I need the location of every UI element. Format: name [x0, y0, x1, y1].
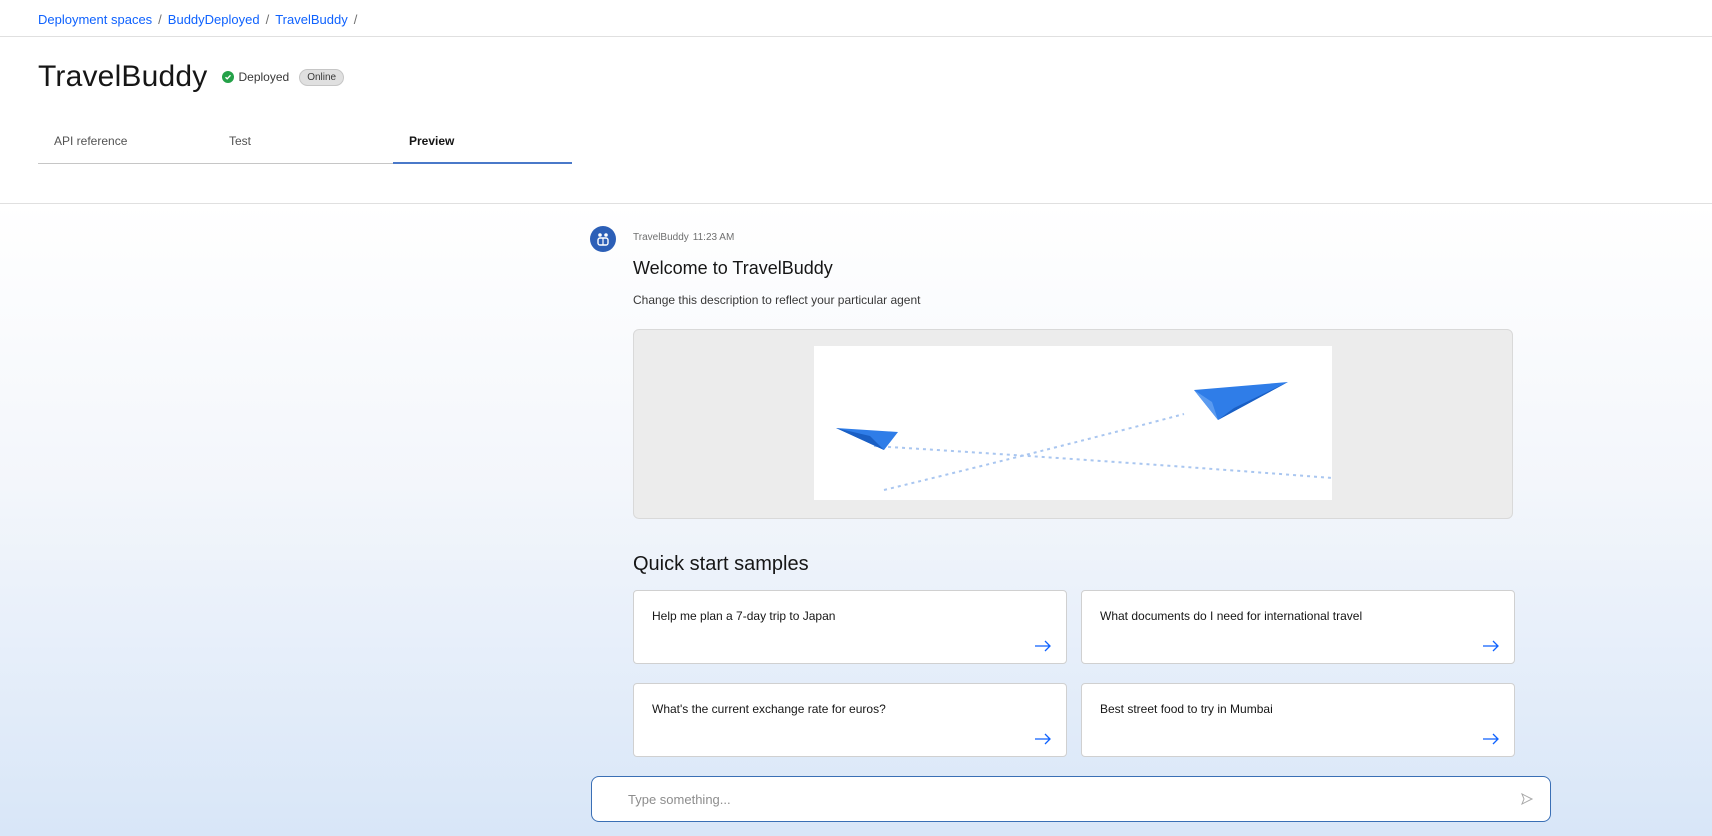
arrow-right-icon	[1483, 733, 1499, 745]
quick-start-text: What documents do I need for internation…	[1100, 609, 1363, 623]
status-badge: Online	[299, 68, 345, 86]
breadcrumb-separator: /	[158, 12, 162, 27]
quick-start-title: Quick start samples	[633, 553, 809, 575]
quick-start-text: Best street food to try in Mumbai	[1100, 702, 1273, 716]
send-icon[interactable]	[1520, 792, 1534, 806]
tab-list: API reference Test Preview	[38, 128, 572, 164]
breadcrumb-deployment-spaces[interactable]: Deployment spaces	[38, 12, 152, 27]
breadcrumb-separator: /	[265, 12, 270, 27]
breadcrumb: Deployment spaces / BuddyDeployed / Trav…	[38, 12, 357, 27]
deployed-status: Deployed	[221, 70, 290, 84]
main-divider	[0, 203, 1712, 204]
paper-plane-icon	[814, 346, 1333, 500]
message-meta: TravelBuddy 11:23 AM	[633, 232, 734, 243]
breadcrumb-buddydeployed[interactable]: BuddyDeployed	[168, 12, 260, 27]
quick-start-card[interactable]: Help me plan a 7-day trip to Japan	[633, 590, 1067, 664]
quick-start-card[interactable]: What documents do I need for internation…	[1081, 590, 1515, 664]
welcome-description: Change this description to reflect your …	[633, 293, 921, 307]
quick-start-text: Help me plan a 7-day trip to Japan	[652, 609, 836, 623]
arrow-right-icon	[1035, 733, 1051, 745]
chat-input[interactable]	[626, 777, 1490, 822]
message-time: 11:23 AM	[692, 232, 735, 243]
quick-start-text: What's the current exchange rate for eur…	[652, 702, 886, 716]
tab-api-reference[interactable]: API reference	[38, 128, 213, 164]
hero-card	[633, 329, 1513, 519]
quick-start-card[interactable]: Best street food to try in Mumbai	[1081, 683, 1515, 757]
tab-test[interactable]: Test	[213, 128, 393, 164]
title-row: TravelBuddy Deployed Online	[38, 60, 345, 94]
tab-preview[interactable]: Preview	[393, 128, 572, 164]
top-divider	[0, 36, 1712, 37]
deployed-label: Deployed	[238, 70, 290, 84]
agent-avatar-icon	[590, 226, 616, 252]
welcome-title: Welcome to TravelBuddy	[633, 258, 833, 278]
quick-start-card[interactable]: What's the current exchange rate for eur…	[633, 683, 1067, 757]
page-title: TravelBuddy	[38, 60, 208, 93]
arrow-right-icon	[1483, 640, 1499, 652]
check-circle-icon	[221, 71, 234, 83]
message-sender: TravelBuddy	[633, 232, 689, 243]
arrow-right-icon	[1035, 640, 1051, 652]
breadcrumb-separator: /	[353, 12, 358, 27]
breadcrumb-travelbuddy[interactable]: TravelBuddy	[275, 12, 348, 27]
chat-input-container	[591, 776, 1551, 822]
